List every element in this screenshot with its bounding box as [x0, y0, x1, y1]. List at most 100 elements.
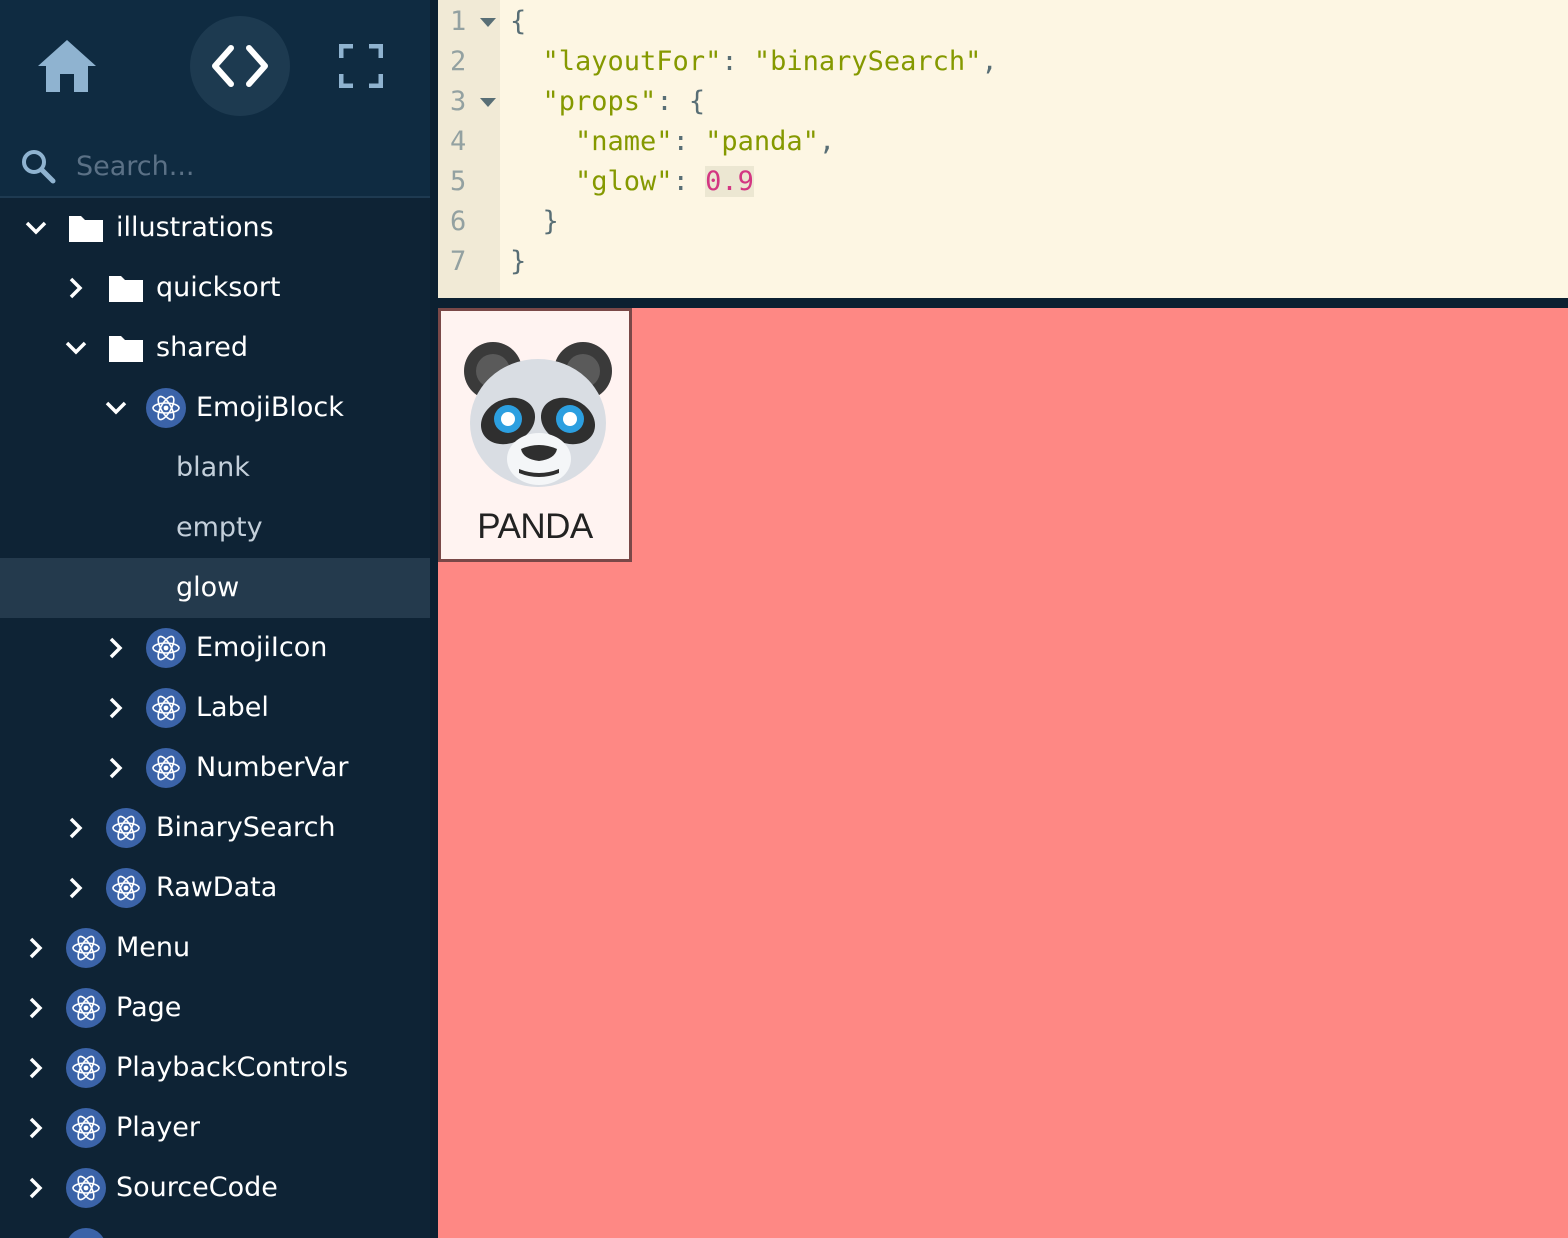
line-number: 6 — [450, 206, 467, 237]
react-component-icon — [66, 1048, 106, 1088]
tree-item-partial[interactable] — [0, 1218, 430, 1238]
app-window: illustrations quicksort — [0, 0, 1568, 1238]
search-input[interactable] — [76, 146, 416, 186]
json-key: "props" — [542, 86, 657, 117]
code-line: { — [510, 6, 527, 37]
code-line: "layoutFor": "binarySearch", — [542, 46, 998, 77]
code-line: } — [510, 206, 559, 237]
json-key: "layoutFor" — [542, 46, 722, 77]
tree-item-label: empty — [176, 512, 263, 543]
tree-item-shared[interactable]: shared — [0, 318, 430, 378]
tree-item-binarysearch[interactable]: BinarySearch — [0, 798, 430, 858]
react-component-icon — [146, 748, 186, 788]
panda-icon — [464, 342, 612, 487]
tree-item-label: BinarySearch — [156, 812, 336, 843]
line-number: 2 — [450, 46, 467, 77]
tree-item-blank[interactable]: blank — [0, 438, 430, 498]
tree-item-quicksort[interactable]: quicksort — [0, 258, 430, 318]
fold-arrow-icon[interactable] — [480, 98, 496, 108]
editor-preview-divider[interactable] — [438, 298, 1568, 308]
chevron-right-icon[interactable] — [64, 276, 88, 300]
chevron-down-icon[interactable] — [64, 336, 88, 360]
tree-item-label: RawData — [156, 872, 278, 903]
code-toggle-button[interactable] — [190, 16, 290, 116]
react-component-icon — [106, 808, 146, 848]
tree-item-emojiicon[interactable]: EmojiIcon — [0, 618, 430, 678]
fullscreen-button[interactable] — [311, 16, 411, 116]
tree-item-page[interactable]: Page — [0, 978, 430, 1038]
tree-item-label: EmojiIcon — [196, 632, 328, 663]
tree-item-emojiblock[interactable]: EmojiBlock — [0, 378, 430, 438]
chevron-right-icon[interactable] — [104, 636, 128, 660]
react-component-icon — [146, 628, 186, 668]
fullscreen-icon — [339, 44, 383, 88]
json-string: "panda" — [705, 126, 819, 157]
tree-item-numbervar[interactable]: NumberVar — [0, 738, 430, 798]
folder-icon — [109, 336, 143, 362]
sidebar: illustrations quicksort — [0, 0, 430, 1238]
home-icon — [38, 40, 96, 92]
tree-item-menu[interactable]: Menu — [0, 918, 430, 978]
search-bar — [0, 136, 430, 198]
tree-item-playbackcontrols[interactable]: PlaybackControls — [0, 1038, 430, 1098]
code-line: "name": "panda", — [575, 126, 836, 157]
code-brackets-icon — [212, 45, 268, 87]
json-number: 0.9 — [705, 166, 754, 197]
tree-item-label: EmojiBlock — [196, 392, 344, 423]
json-key: "name" — [575, 126, 673, 157]
emoji-block: PANDA — [438, 308, 632, 562]
tree-item-label: illustrations — [116, 212, 274, 243]
tree-item-label: blank — [176, 452, 250, 483]
fold-arrow-icon[interactable] — [480, 18, 496, 28]
search-icon — [22, 150, 56, 184]
chevron-down-icon[interactable] — [24, 216, 48, 240]
tree-item-player[interactable]: Player — [0, 1098, 430, 1158]
tree-item-empty[interactable]: empty — [0, 498, 430, 558]
tree-item-rawdata[interactable]: RawData — [0, 858, 430, 918]
home-button[interactable] — [17, 16, 117, 116]
chevron-right-icon[interactable] — [24, 1116, 48, 1140]
react-component-icon — [66, 1168, 106, 1208]
emoji-label: PANDA — [477, 507, 593, 546]
chevron-right-icon[interactable] — [64, 816, 88, 840]
tree-item-illustrations[interactable]: illustrations — [0, 198, 430, 258]
tree-item-label: quicksort — [156, 272, 281, 303]
chevron-right-icon[interactable] — [64, 876, 88, 900]
json-key: "glow" — [575, 166, 673, 197]
code-line: } — [510, 246, 527, 277]
tree-item-label: shared — [156, 332, 248, 363]
tree-item-label[interactable]: Label — [0, 678, 430, 738]
react-component-icon — [66, 928, 106, 968]
line-gutter: 1 2 3 4 5 6 7 — [438, 0, 500, 298]
code-line: "glow": 0.9 — [575, 166, 754, 197]
react-component-icon — [68, 1228, 104, 1238]
folder-icon — [69, 216, 103, 242]
sidebar-toolbar — [0, 0, 430, 136]
chevron-right-icon[interactable] — [24, 1056, 48, 1080]
tree-item-sourcecode[interactable]: SourceCode — [0, 1158, 430, 1218]
react-component-icon — [66, 988, 106, 1028]
react-component-icon — [146, 388, 186, 428]
chevron-right-icon[interactable] — [24, 1176, 48, 1200]
chevron-right-icon[interactable] — [104, 696, 128, 720]
tree-item-label: Menu — [116, 932, 191, 963]
tree-item-label: NumberVar — [196, 752, 349, 783]
tree-item-label: Player — [116, 1112, 201, 1143]
code-line: "props": { — [542, 86, 706, 117]
line-number: 7 — [450, 246, 467, 277]
component-tree: illustrations quicksort shared EmojiBloc… — [0, 198, 430, 1238]
chevron-right-icon[interactable] — [24, 996, 48, 1020]
tree-item-label-text: Label — [196, 692, 269, 723]
code-editor[interactable]: 1 2 3 4 5 6 7 { "layoutFor": "binarySear… — [438, 0, 1568, 298]
preview-canvas: PANDA — [438, 308, 1568, 1238]
line-number: 1 — [450, 6, 467, 37]
chevron-down-icon[interactable] — [104, 396, 128, 420]
chevron-right-icon[interactable] — [24, 936, 48, 960]
tree-item-glow[interactable]: glow — [0, 558, 430, 618]
line-number: 3 — [450, 86, 467, 117]
react-component-icon — [106, 868, 146, 908]
line-number: 5 — [450, 166, 467, 197]
chevron-right-icon[interactable] — [104, 756, 128, 780]
json-string: "binarySearch" — [753, 46, 982, 77]
tree-item-label: PlaybackControls — [116, 1052, 349, 1083]
